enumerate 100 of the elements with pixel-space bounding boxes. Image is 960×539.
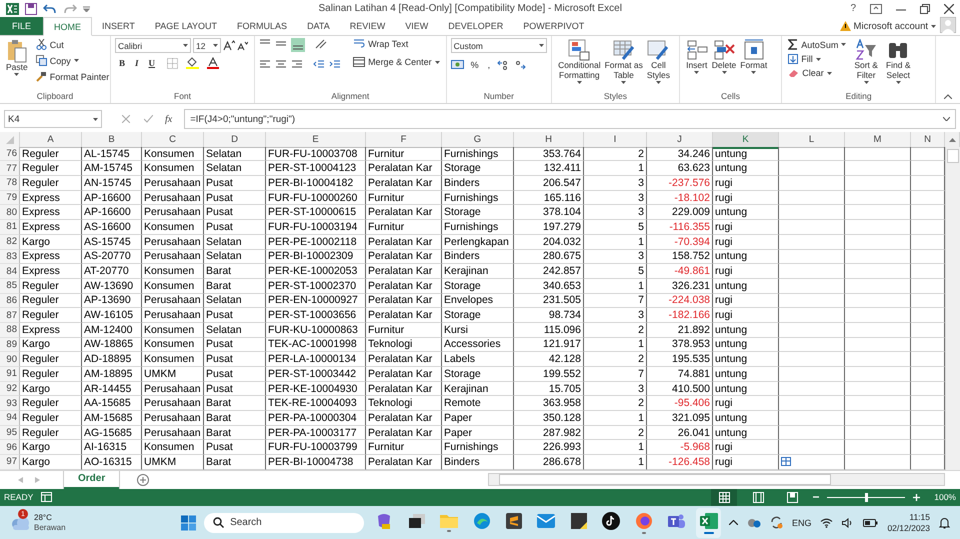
row-header[interactable]: 78: [0, 176, 20, 191]
scroll-up-icon[interactable]: [948, 138, 956, 142]
column-header[interactable]: K: [713, 132, 779, 149]
style-gallery-button[interactable]: Format as Table: [602, 38, 645, 91]
zoom-out-icon[interactable]: [813, 494, 820, 500]
align-right-icon[interactable]: [291, 60, 304, 70]
row-header[interactable]: 92: [0, 382, 20, 396]
view-button[interactable]: [711, 488, 738, 506]
row-header[interactable]: 96: [0, 440, 20, 456]
clipboard-command[interactable]: Copy: [34, 54, 112, 67]
row-header[interactable]: 97: [0, 455, 20, 470]
zoom-slider-thumb[interactable]: [865, 492, 868, 502]
save-icon[interactable]: [25, 2, 37, 14]
cells-command-button[interactable]: Delete: [710, 38, 738, 91]
column-header[interactable]: J: [647, 132, 713, 148]
column-header[interactable]: A: [20, 132, 82, 148]
zoom-in-icon[interactable]: [913, 494, 920, 501]
style-gallery-button[interactable]: Conditional Formatting: [556, 38, 603, 91]
row-header[interactable]: 91: [0, 367, 20, 382]
row-header[interactable]: 80: [0, 205, 20, 220]
bell-icon[interactable]: [939, 516, 950, 529]
chevron-up-icon[interactable]: [728, 520, 738, 526]
row-header[interactable]: 81: [0, 220, 20, 235]
orientation-icon[interactable]: [315, 38, 330, 50]
column-header[interactable]: D: [204, 132, 266, 148]
paste-button[interactable]: Paste: [4, 38, 30, 91]
help-button[interactable]: ?: [850, 3, 856, 14]
ribbon-display-icon[interactable]: [870, 4, 882, 14]
search-field[interactable]: Search: [204, 512, 364, 533]
customize-toolbar-icon[interactable]: [83, 6, 90, 12]
increase-indent-icon[interactable]: [329, 60, 342, 70]
cloud-info-icon[interactable]: [746, 517, 761, 528]
merge-center-button[interactable]: Merge & Center: [351, 56, 442, 68]
grow-font-icon[interactable]: [223, 40, 235, 51]
insert-function-button[interactable]: fx: [165, 114, 172, 124]
clipboard-command[interactable]: Cut: [34, 38, 112, 51]
cloud-icon[interactable]: [10, 516, 30, 530]
wifi-icon[interactable]: [820, 518, 834, 528]
ribbon-tab[interactable]: DATA: [297, 17, 340, 35]
number-style-button[interactable]: ,: [486, 59, 492, 71]
battery-icon[interactable]: [863, 518, 878, 527]
row-header[interactable]: 84: [0, 264, 20, 279]
ribbon-tab[interactable]: REVIEW: [340, 17, 396, 35]
currency-icon[interactable]: [450, 60, 464, 70]
bold-button[interactable]: B: [115, 57, 130, 69]
formula-field[interactable]: =IF(J4>0;"untung";"rugi"): [184, 109, 956, 129]
underline-button[interactable]: U: [144, 57, 160, 69]
row-header[interactable]: 93: [0, 396, 20, 412]
clipboard-command[interactable]: Format Painter: [34, 70, 112, 83]
font-color-icon[interactable]: [207, 57, 220, 69]
row-header[interactable]: 88: [0, 322, 20, 338]
file-menu-tab[interactable]: FILE: [0, 17, 44, 35]
font-size-field[interactable]: 12: [193, 38, 221, 53]
undo-icon[interactable]: [43, 4, 57, 14]
ribbon-tab[interactable]: HOME: [43, 17, 92, 36]
editing-command[interactable]: Clear: [786, 67, 848, 79]
number-format-field[interactable]: Custom: [450, 38, 548, 53]
ribbon-tab[interactable]: PAGE LAYOUT: [144, 17, 228, 35]
editing-command[interactable]: AutoSum: [786, 38, 848, 51]
column-header[interactable]: F: [366, 132, 442, 148]
cells-command-button[interactable]: Format: [738, 38, 770, 91]
fill-color-icon[interactable]: [186, 57, 200, 69]
align-left-icon[interactable]: [259, 60, 272, 70]
row-header[interactable]: 85: [0, 278, 20, 294]
editing-command[interactable]: Fill: [786, 53, 848, 65]
account-button[interactable]: Microsoft account: [834, 17, 940, 35]
row-header[interactable]: 94: [0, 411, 20, 426]
ribbon-tab[interactable]: VIEW: [395, 17, 438, 35]
italic-button[interactable]: I: [131, 57, 143, 69]
clock-time[interactable]: 11:15: [909, 512, 930, 523]
start-icon[interactable]: [181, 514, 196, 531]
row-header[interactable]: 95: [0, 426, 20, 440]
column-header[interactable]: L: [779, 132, 845, 148]
cells-command-button[interactable]: Insert: [684, 38, 710, 91]
column-header[interactable]: G: [442, 132, 514, 148]
row-header[interactable]: 89: [0, 338, 20, 352]
column-header[interactable]: I: [584, 132, 647, 148]
macro-record-icon[interactable]: [41, 492, 52, 502]
borders-icon[interactable]: [167, 58, 178, 68]
row-header[interactable]: 86: [0, 294, 20, 308]
row-header[interactable]: 90: [0, 352, 20, 367]
sheet-tab[interactable]: Order: [64, 470, 120, 489]
style-gallery-button[interactable]: Cell Styles: [644, 38, 672, 91]
zoom-level[interactable]: 100%: [934, 492, 956, 502]
ribbon-tab[interactable]: INSERT: [92, 17, 145, 35]
quick-analysis-icon[interactable]: [781, 457, 791, 466]
column-header[interactable]: C: [142, 132, 204, 148]
decrease-indent-icon[interactable]: [313, 60, 326, 70]
column-header[interactable]: N: [911, 132, 945, 148]
collapse-ribbon-icon[interactable]: [944, 94, 952, 99]
font-name-field[interactable]: Calibri: [115, 38, 191, 53]
increase-decimal-icon[interactable]: [497, 60, 510, 70]
row-header[interactable]: 83: [0, 250, 20, 264]
wrap-text-button[interactable]: Wrap Text: [351, 38, 442, 50]
row-header[interactable]: 76: [0, 146, 20, 162]
number-style-button[interactable]: %: [468, 59, 481, 71]
expand-icon[interactable]: [943, 117, 950, 121]
language-indicator[interactable]: ENG: [792, 518, 812, 528]
row-header[interactable]: 79: [0, 190, 20, 206]
restore-icon[interactable]: [920, 4, 930, 14]
